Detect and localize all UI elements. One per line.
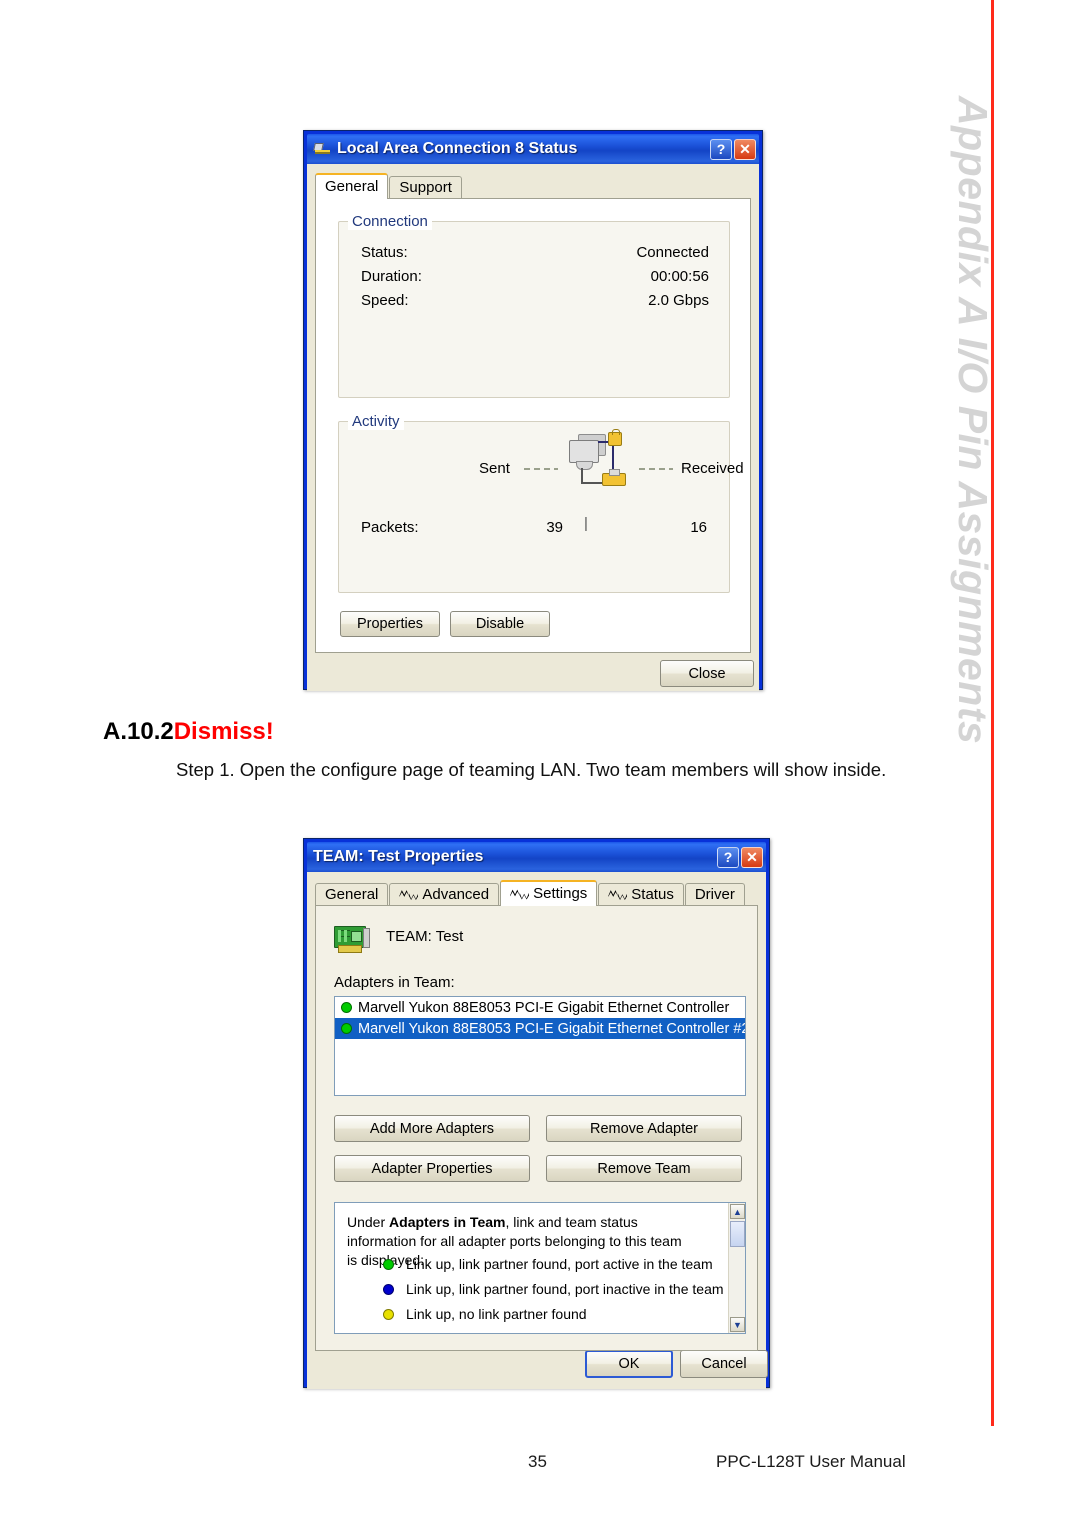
page-number: 35: [528, 1452, 547, 1471]
packets-sent-value: 39: [546, 519, 563, 536]
scroll-down-icon[interactable]: ▼: [730, 1317, 745, 1332]
section-title: Dismiss!: [173, 718, 274, 745]
section-heading: A.10.2Dismiss!: [103, 718, 274, 746]
adapters-in-team-label: Adapters in Team:: [334, 974, 455, 991]
legend-row: Link up, link partner found, port active…: [383, 1256, 713, 1272]
local-area-connection-status-dialog: Local Area Connection 8 Status ? ✕ Gener…: [303, 130, 763, 691]
link-status-bullet-icon: [341, 1023, 352, 1034]
team-dialog-titlebar[interactable]: TEAM: Test Properties ? ✕: [307, 842, 766, 872]
page-footer: 35 PPC-L128T User Manual: [0, 1452, 960, 1482]
packets-received-value: 16: [690, 519, 707, 536]
speed-label: Speed:: [361, 292, 409, 309]
team-dialog-tabs: General Advanced Settings Status Driver: [307, 872, 766, 906]
adapter-name: Marvell Yukon 88E8053 PCI-E Gigabit Ethe…: [358, 999, 730, 1016]
tab-status-label: Status: [631, 885, 674, 903]
adapter-properties-button[interactable]: Adapter Properties: [334, 1155, 530, 1182]
remove-adapter-button[interactable]: Remove Adapter: [546, 1115, 742, 1142]
ok-button[interactable]: OK: [585, 1350, 673, 1378]
status-dialog-window-buttons: ? ✕: [710, 138, 756, 160]
received-dash-line: [639, 468, 673, 470]
team-test-properties-dialog: TEAM: Test Properties ? ✕ General Advanc…: [303, 838, 770, 1389]
cancel-button[interactable]: Cancel: [680, 1350, 768, 1378]
activity-groupbox: Activity Sent Received Packets: 39 | 16: [338, 413, 744, 593]
tab-general[interactable]: General: [315, 883, 389, 905]
help-icon[interactable]: ?: [717, 846, 739, 868]
tab-support-label: Support: [399, 178, 452, 196]
green-status-bullet-icon: [383, 1258, 394, 1270]
sent-dash-line: [524, 468, 558, 470]
scroll-up-icon[interactable]: ▲: [730, 1204, 745, 1219]
packets-label: Packets:: [361, 519, 419, 536]
received-label: Received: [681, 460, 744, 477]
tab-settings-label: Settings: [533, 885, 588, 902]
packets-divider: |: [584, 515, 588, 532]
team-dialog-body: General Advanced Settings Status Driver: [307, 872, 768, 1389]
close-icon[interactable]: ✕: [741, 846, 763, 868]
tab-driver[interactable]: Driver: [684, 883, 745, 905]
status-value: Connected: [636, 244, 709, 261]
duration-label: Duration:: [361, 268, 422, 285]
legend-row: Link up, no link partner found: [383, 1306, 587, 1322]
link-status-bullet-icon: [341, 1002, 352, 1013]
status-dialog-title: Local Area Connection 8 Status: [337, 140, 578, 157]
link-status-info-panel: Under Adapters in Team, link and team st…: [334, 1202, 746, 1334]
adapter-name: Marvell Yukon 88E8053 PCI-E Gigabit Ethe…: [358, 1020, 746, 1037]
properties-button[interactable]: Properties: [340, 611, 440, 637]
help-icon[interactable]: ?: [710, 138, 732, 160]
tab-general[interactable]: General: [315, 173, 389, 199]
connection-groupbox: Connection Status: Connected Duration: 0…: [338, 213, 730, 398]
legend-row: Link up, link partner found, port inacti…: [383, 1281, 724, 1297]
info-intro-bold: Adapters in Team: [389, 1214, 506, 1230]
status-general-panel: Connection Status: Connected Duration: 0…: [315, 198, 751, 653]
close-button[interactable]: Close: [660, 660, 754, 687]
legend-text: Link up, no link partner found: [406, 1306, 587, 1322]
info-panel-scrollbar[interactable]: ▲ ▼: [728, 1203, 745, 1333]
blue-status-bullet-icon: [383, 1283, 394, 1295]
section-number: A.10.2: [103, 718, 174, 745]
network-connection-icon: [313, 141, 331, 157]
team-dialog-title: TEAM: Test Properties: [313, 848, 484, 865]
remove-team-button[interactable]: Remove Team: [546, 1155, 742, 1182]
adapters-in-team-list[interactable]: Marvell Yukon 88E8053 PCI-E Gigabit Ethe…: [334, 996, 746, 1096]
list-item[interactable]: Marvell Yukon 88E8053 PCI-E Gigabit Ethe…: [335, 1018, 745, 1039]
disable-button[interactable]: Disable: [450, 611, 550, 637]
add-more-adapters-button[interactable]: Add More Adapters: [334, 1115, 530, 1142]
status-dialog-body: General Support Connection Status: Conne…: [307, 164, 759, 691]
tab-support[interactable]: Support: [389, 176, 462, 198]
team-settings-panel: TEAM: Test Adapters in Team: Marvell Yuk…: [315, 905, 758, 1351]
speed-value: 2.0 Gbps: [648, 292, 709, 309]
network-adapter-card-icon: [334, 924, 370, 953]
tab-general-label: General: [325, 178, 379, 195]
scrollbar-thumb[interactable]: [730, 1221, 745, 1247]
marvell-logo-icon: [510, 889, 530, 900]
close-icon[interactable]: ✕: [734, 138, 756, 160]
computers-network-activity-icon: [564, 429, 636, 494]
sent-label: Sent: [479, 460, 510, 477]
tab-general-label: General: [325, 885, 379, 903]
legend-text: Link up, link partner found, port inacti…: [406, 1281, 724, 1297]
connection-group-legend: Connection: [348, 213, 432, 230]
tab-advanced-label: Advanced: [422, 885, 490, 903]
tab-driver-label: Driver: [694, 885, 735, 903]
tab-settings[interactable]: Settings: [500, 880, 598, 906]
team-name-label: TEAM: Test: [386, 928, 464, 945]
duration-value: 00:00:56: [650, 268, 709, 285]
appendix-watermark: Appendix A I/O Pin Assignments: [950, 96, 996, 745]
legend-text: Link up, link partner found, port active…: [406, 1256, 713, 1272]
step-paragraph: Step 1. Open the configure page of teami…: [176, 759, 887, 780]
marvell-logo-icon: [608, 890, 628, 900]
status-label: Status:: [361, 244, 408, 261]
tab-status[interactable]: Status: [598, 883, 684, 905]
info-intro-prefix: Under: [347, 1214, 390, 1230]
list-item[interactable]: Marvell Yukon 88E8053 PCI-E Gigabit Ethe…: [335, 997, 745, 1018]
yellow-status-bullet-icon: [383, 1308, 394, 1320]
tab-advanced[interactable]: Advanced: [389, 883, 500, 905]
team-dialog-window-buttons: ? ✕: [717, 846, 763, 868]
status-dialog-tabs: General Support: [307, 164, 759, 199]
status-dialog-titlebar[interactable]: Local Area Connection 8 Status ? ✕: [307, 134, 759, 164]
manual-title: PPC-L128T User Manual: [716, 1452, 906, 1471]
marvell-logo-icon: [399, 890, 419, 900]
activity-group-legend: Activity: [348, 413, 404, 430]
